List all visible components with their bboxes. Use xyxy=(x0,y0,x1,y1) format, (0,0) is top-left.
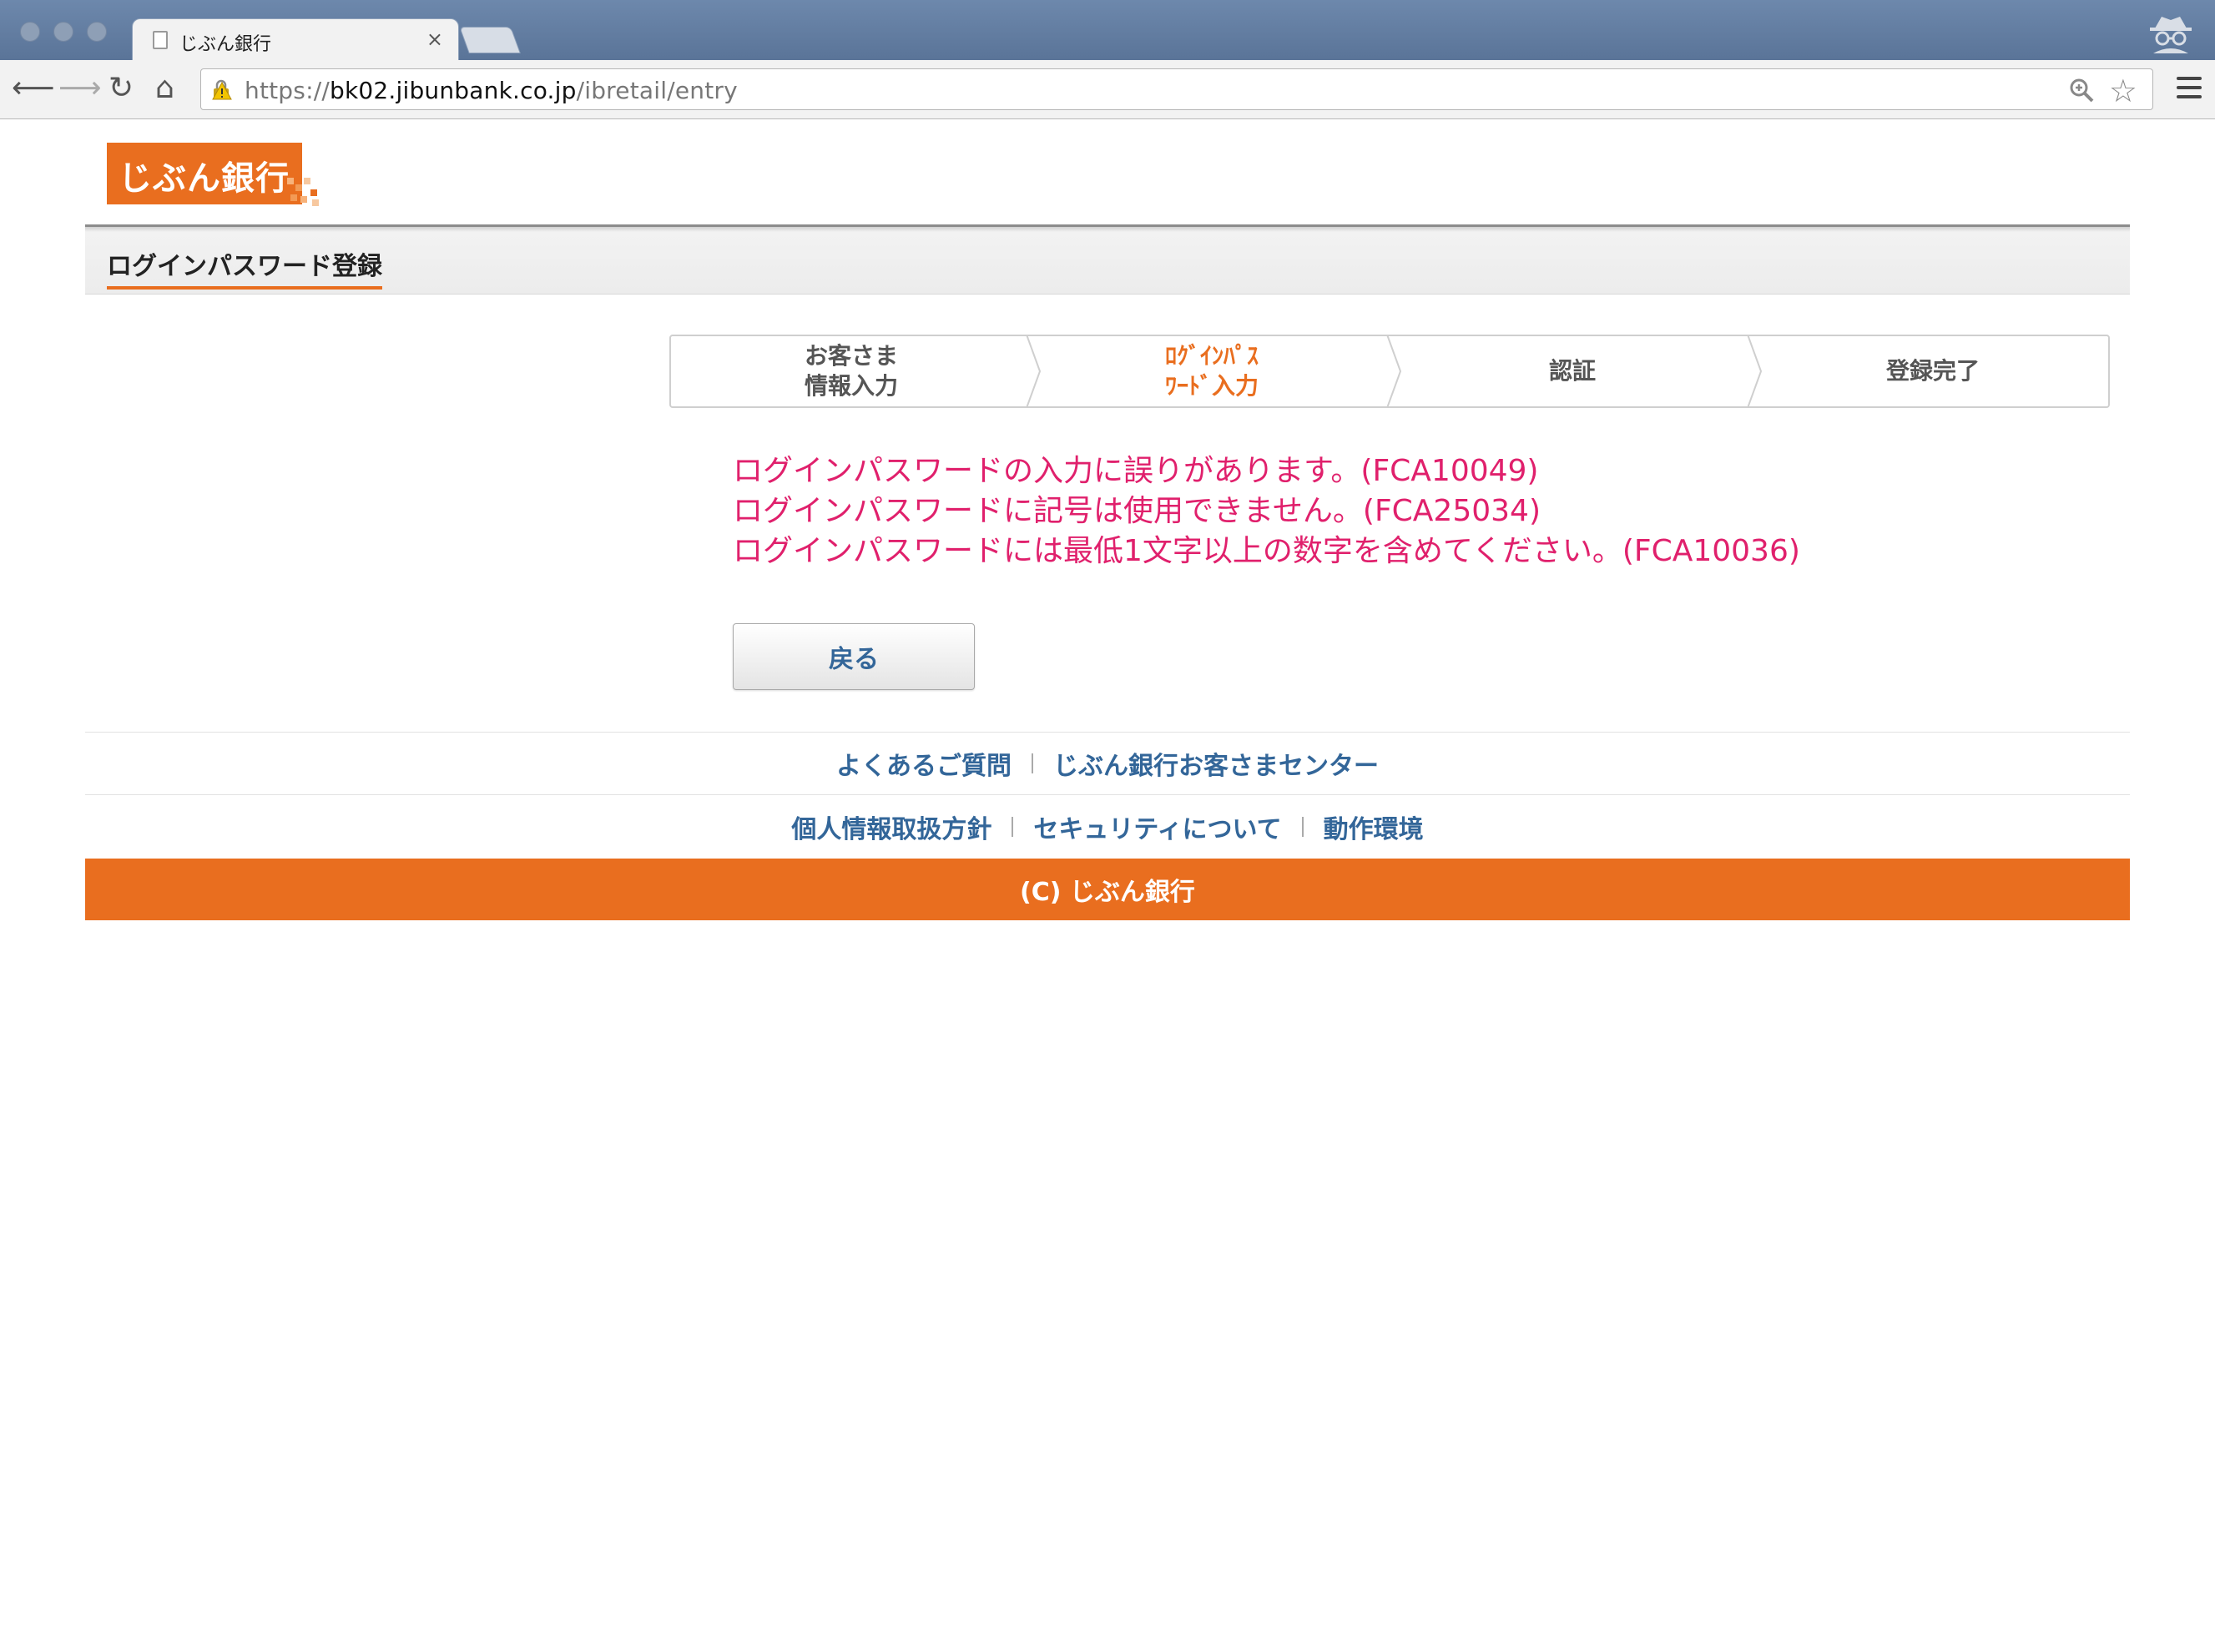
jibun-bank-logo[interactable]: じぶん銀行 xyxy=(107,143,319,206)
security-link[interactable]: セキュリティについて xyxy=(1033,808,1281,845)
browser-toolbar: ⟵ ⟶ ↻ ⌂ https://bk02.jibunbank.co.jp/ibr… xyxy=(0,60,2215,119)
page-icon xyxy=(153,31,168,49)
tab-title: じぶん銀行 xyxy=(179,34,272,55)
privacy-policy-link[interactable]: 個人情報取扱方針 xyxy=(791,808,991,845)
title-underline xyxy=(107,286,382,290)
url-text[interactable]: https://bk02.jibunbank.co.jp/ibretail/en… xyxy=(245,77,738,104)
browser-titlebar: じぶん銀行 × xyxy=(0,0,2215,63)
address-bar[interactable]: https://bk02.jibunbank.co.jp/ibretail/en… xyxy=(200,68,2153,110)
error-message: ログインパスワードには最低1文字以上の数字を含めてください。(FCA10036) xyxy=(733,534,1800,568)
reload-icon[interactable]: ↻ xyxy=(108,72,134,105)
tab-close-icon[interactable]: × xyxy=(426,28,443,51)
environment-link[interactable]: 動作環境 xyxy=(1324,808,1424,845)
browser-menu-icon[interactable] xyxy=(2177,77,2202,102)
new-tab-button[interactable] xyxy=(459,27,521,53)
step-registration-complete: 登録完了 xyxy=(1885,357,1980,385)
copyright-text: (C) じぶん銀行 xyxy=(1020,878,1195,907)
step-customer-info: お客さま 情報入力 xyxy=(804,342,898,400)
zoom-icon[interactable] xyxy=(2069,78,2094,103)
footer-links-secondary: 個人情報取扱方針 セキュリティについて 動作環境 xyxy=(85,795,2130,859)
window-minimize-dot[interactable] xyxy=(53,22,73,42)
step-indicator: お客さま 情報入力 ﾛｸﾞｲﾝﾊﾟｽ ﾜｰﾄﾞ入力 認証 登録完了 xyxy=(669,335,2110,408)
footer-links-primary: よくあるご質問 じぶん銀行お客さまセンター xyxy=(85,732,2130,795)
page-header-band: ログインパスワード登録 xyxy=(85,224,2130,295)
error-message: ログインパスワードに記号は使用できません。(FCA25034) xyxy=(733,494,1541,528)
faq-link[interactable]: よくあるご質問 xyxy=(836,745,1012,782)
back-button[interactable]: 戻る xyxy=(733,623,975,690)
copyright-bar: (C) じぶん銀行 xyxy=(85,859,2130,920)
step-authentication: 認証 xyxy=(1548,357,1596,385)
customer-center-link[interactable]: じぶん銀行お客さまセンター xyxy=(1053,745,1379,782)
footer-divider xyxy=(1012,817,1014,837)
logo-text: じぶん銀行 xyxy=(119,159,290,198)
browser-tab[interactable]: じぶん銀行 × xyxy=(132,18,459,63)
logo-pixel-mark-icon xyxy=(287,178,319,206)
footer-divider xyxy=(1032,753,1033,773)
back-arrow-icon[interactable]: ⟵ xyxy=(12,72,55,105)
forward-arrow-icon[interactable]: ⟶ xyxy=(58,72,102,105)
page-title: ログインパスワード登録 xyxy=(107,252,382,281)
window-zoom-dot[interactable] xyxy=(87,22,107,42)
home-icon[interactable]: ⌂ xyxy=(155,72,174,105)
error-messages: ログインパスワードの入力に誤りがあります。(FCA10049) ログインパスワー… xyxy=(733,451,1800,572)
bookmark-star-icon[interactable]: ☆ xyxy=(2109,73,2137,109)
error-message: ログインパスワードの入力に誤りがあります。(FCA10049) xyxy=(733,454,1539,488)
step-login-password: ﾛｸﾞｲﾝﾊﾟｽ ﾜｰﾄﾞ入力 xyxy=(1164,342,1259,400)
footer-divider xyxy=(1301,817,1304,837)
incognito-icon xyxy=(2150,17,2192,53)
warning-lock-icon[interactable] xyxy=(211,79,233,101)
window-close-dot[interactable] xyxy=(20,22,40,42)
